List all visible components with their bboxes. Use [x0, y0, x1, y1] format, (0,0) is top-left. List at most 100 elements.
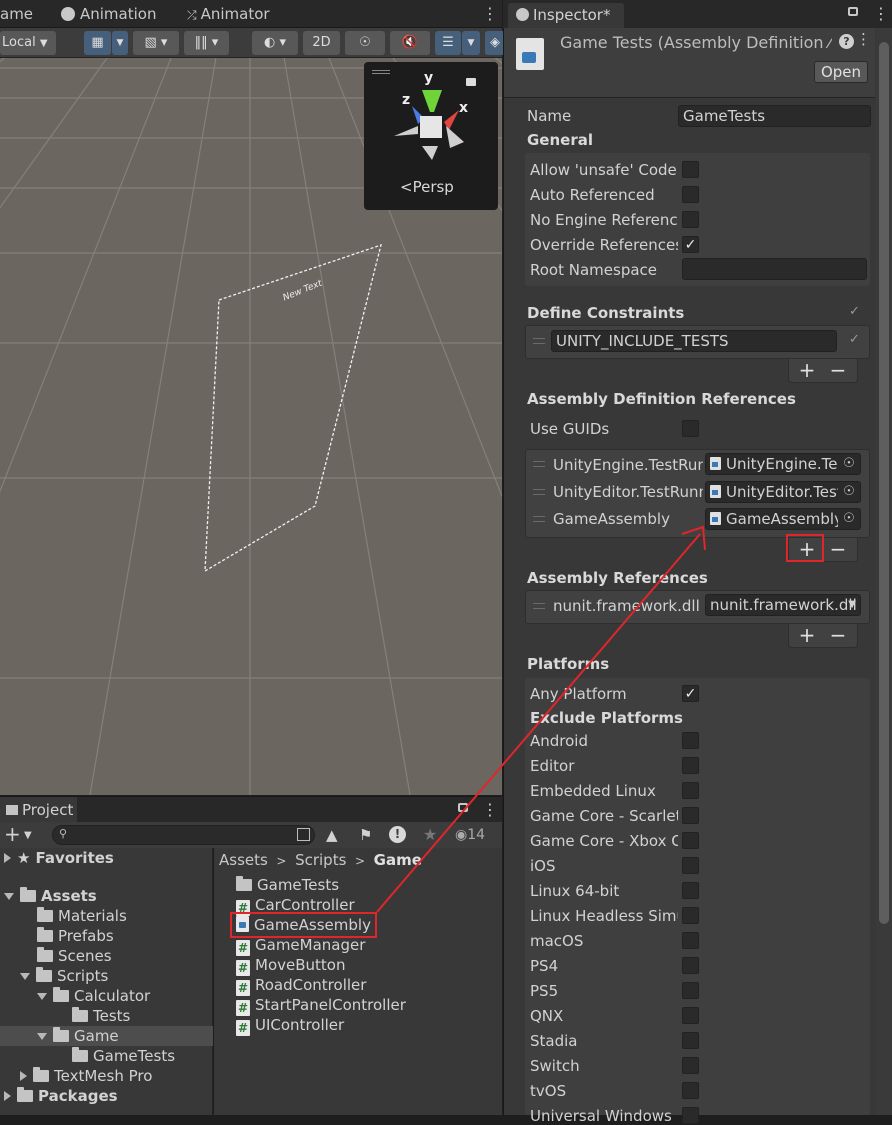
platform-checkbox[interactable] [682, 757, 699, 774]
filter-by-label-icon[interactable]: ⚑ [359, 822, 372, 848]
tree-item-scenes[interactable]: Scenes [37, 946, 112, 966]
asmdef-ref-field[interactable]: UnityEditor.TestRunner☉ [705, 481, 861, 503]
tree-item-packages[interactable]: Packages [4, 1086, 118, 1106]
hidden-objects-toggle[interactable]: ◈ [485, 31, 505, 55]
use-guids-checkbox[interactable] [682, 420, 699, 437]
tree-item-gametests[interactable]: GameTests [72, 1046, 175, 1066]
tree-item-game[interactable]: Game [0, 1026, 213, 1046]
favorite-star-icon[interactable]: ★ [423, 822, 437, 848]
increment-snap-button[interactable]: ▧ ▾ [133, 31, 179, 55]
drag-handle-icon[interactable] [533, 516, 545, 522]
presets-icon[interactable]: ⋮ [856, 30, 871, 48]
tab-animator[interactable]: ⤮ Animator [187, 0, 270, 28]
assembly-ref-dropdown[interactable]: nunit.framework.dll ▼ [705, 594, 861, 616]
remove-asmdef-reference-button[interactable]: − [823, 538, 853, 560]
object-picker-icon[interactable]: ☉ [838, 482, 860, 502]
asmdef-ref-field[interactable]: GameAssembly ☉ [705, 508, 861, 530]
platform-checkbox[interactable] [682, 1032, 699, 1049]
help-icon[interactable]: ? [839, 34, 854, 49]
platform-checkbox[interactable] [682, 1082, 699, 1099]
tree-item-tests[interactable]: Tests [72, 1006, 130, 1026]
add-constraint-button[interactable]: + [792, 359, 822, 381]
drag-handle-icon[interactable] [533, 461, 545, 467]
file-item-startpanelcontroller[interactable]: # StartPanelController [236, 995, 406, 1016]
create-button[interactable]: + ▼ [4, 822, 32, 848]
breadcrumb-assets[interactable]: Assets [219, 851, 268, 869]
platform-checkbox[interactable] [682, 732, 699, 749]
platform-checkbox[interactable] [682, 932, 699, 949]
drag-handle-icon[interactable] [533, 603, 545, 609]
tree-item-scripts[interactable]: Scripts [20, 966, 108, 986]
override-references-checkbox[interactable]: ✓ [682, 236, 699, 253]
tab-animation[interactable]: Animation [61, 0, 156, 28]
audio-toggle[interactable]: 🔇 [390, 31, 430, 55]
tree-item-assets[interactable]: Assets [4, 886, 97, 906]
tab-game[interactable]: ame [0, 0, 33, 28]
pivot-local-dropdown[interactable]: Local ▼ [0, 31, 56, 55]
define-constraint-field[interactable]: UNITY_INCLUDE_TESTS [551, 330, 837, 352]
filter-by-type-icon[interactable]: ▲ [326, 822, 338, 848]
platform-checkbox[interactable] [682, 807, 699, 824]
file-item-gamemanager[interactable]: # GameManager [236, 935, 365, 956]
platform-checkbox[interactable] [682, 857, 699, 874]
add-assembly-reference-button[interactable]: + [792, 624, 822, 646]
platform-checkbox[interactable] [682, 907, 699, 924]
platform-checkbox[interactable] [682, 782, 699, 799]
lock-icon[interactable] [848, 7, 858, 16]
tree-item-calculator[interactable]: Calculator [37, 986, 150, 1006]
breadcrumb-game[interactable]: Game [374, 851, 422, 869]
asmdef-ref-field[interactable]: UnityEngine.TestRunner☉ [705, 453, 861, 475]
kebab-menu-icon[interactable]: ⋮ [482, 797, 498, 823]
remove-assembly-reference-button[interactable]: − [823, 624, 853, 646]
platform-checkbox[interactable] [682, 832, 699, 849]
orientation-gizmo[interactable]: y x z <Persp [364, 62, 498, 210]
lighting-toggle[interactable]: ☉ [345, 31, 385, 55]
breadcrumb-scripts[interactable]: Scripts [295, 851, 346, 869]
search-input[interactable]: ⚲ [52, 825, 315, 845]
root-namespace-field[interactable] [682, 258, 867, 280]
effects-toggle[interactable]: ☰ [435, 31, 461, 55]
any-platform-checkbox[interactable]: ✓ [682, 685, 699, 702]
tree-item-materials[interactable]: Materials [37, 906, 127, 926]
no-engine-references-checkbox[interactable] [682, 211, 699, 228]
file-item-gametests[interactable]: GameTests [236, 875, 339, 895]
kebab-menu-icon[interactable]: ⋮ [482, 0, 498, 28]
draw-mode-button[interactable]: ◐ ▾ [252, 31, 298, 55]
name-field[interactable]: GameTests [678, 105, 871, 127]
open-button[interactable]: Open [814, 61, 868, 83]
remove-constraint-button[interactable]: − [823, 359, 853, 381]
platform-checkbox[interactable] [682, 1057, 699, 1074]
platform-checkbox[interactable] [682, 957, 699, 974]
search-by-type-icon[interactable] [297, 828, 310, 841]
persp-toggle[interactable]: <Persp [400, 178, 454, 196]
drag-handle-icon[interactable] [533, 489, 545, 495]
lock-icon[interactable] [458, 803, 468, 812]
file-item-roadcontroller[interactable]: # RoadController [236, 975, 366, 996]
platform-checkbox[interactable] [682, 882, 699, 899]
auto-referenced-checkbox[interactable] [682, 186, 699, 203]
allow-unsafe-checkbox[interactable] [682, 161, 699, 178]
file-item-uicontroller[interactable]: # UIController [236, 1015, 344, 1036]
grid-snap-button[interactable]: ▦ [84, 31, 111, 55]
ruler-button[interactable]: ‖‖ ▾ [184, 31, 229, 55]
platform-checkbox[interactable] [682, 982, 699, 999]
2d-toggle[interactable]: 2D [303, 31, 340, 55]
grid-snap-dropdown[interactable]: ▼ [112, 31, 128, 55]
tree-item-prefabs[interactable]: Prefabs [37, 926, 114, 946]
errors-icon[interactable]: ! [389, 826, 406, 843]
object-picker-icon[interactable]: ☉ [838, 454, 860, 474]
effects-dropdown[interactable]: ▼ [462, 31, 480, 55]
object-picker-icon[interactable]: ☉ [838, 509, 860, 529]
tree-item-textmesh-pro[interactable]: TextMesh Pro [20, 1066, 152, 1086]
scrollbar-thumb[interactable] [879, 42, 889, 924]
drag-handle-icon[interactable] [533, 338, 545, 344]
platform-checkbox[interactable] [682, 1007, 699, 1024]
tab-inspector[interactable]: Inspector* [508, 3, 624, 28]
tab-project[interactable]: Project [0, 797, 77, 823]
platform-checkbox[interactable] [682, 1107, 699, 1124]
file-item-movebutton[interactable]: # MoveButton [236, 955, 345, 976]
inspector-scrollbar[interactable] [876, 28, 892, 1115]
kebab-menu-icon[interactable]: ⋮ [873, 0, 889, 28]
tree-item-favorites[interactable]: ★ Favorites [4, 848, 114, 868]
hidden-packages-toggle[interactable]: ◉14 [455, 822, 485, 848]
